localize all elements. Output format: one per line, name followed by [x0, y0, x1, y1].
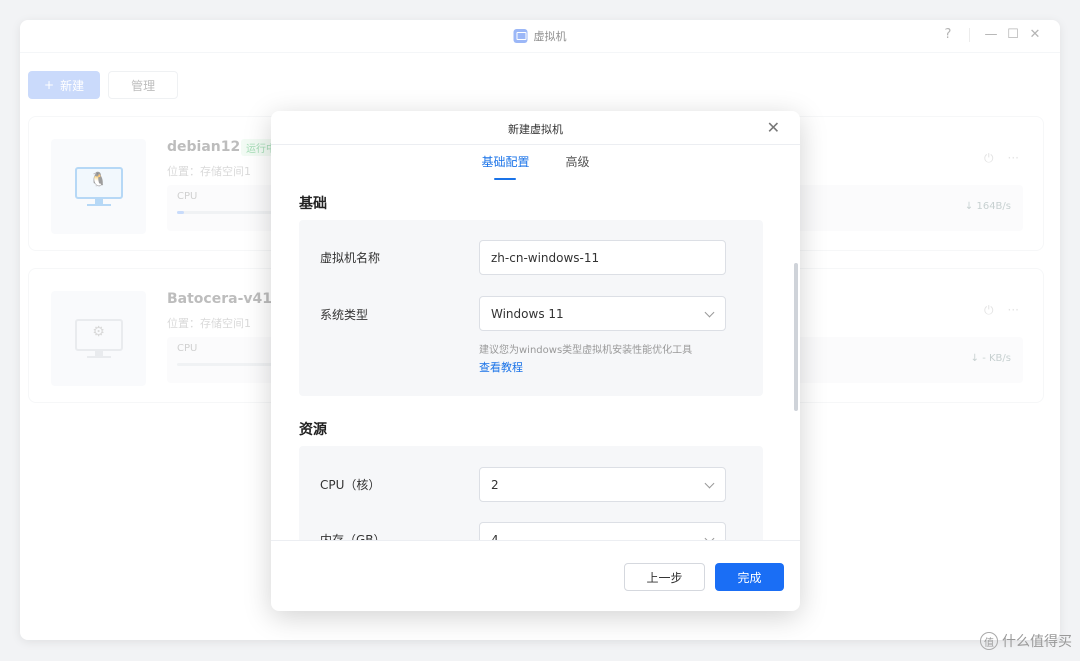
hint-text: 建议您为windows类型虚拟机安装性能优化工具 [479, 345, 693, 356]
memory-value: 4 [491, 532, 499, 541]
watermark-logo-icon: 值 [980, 632, 998, 650]
watermark: 值 什么值得买 [980, 631, 1072, 651]
close-icon[interactable]: ✕ [767, 118, 780, 137]
os-type-value: Windows 11 [491, 306, 564, 321]
watermark-text: 什么值得买 [1002, 634, 1072, 650]
chevron-down-icon [704, 307, 715, 318]
dialog-footer: 上一步 完成 [271, 540, 800, 611]
os-type-select[interactable]: Windows 11 [479, 296, 726, 331]
basic-panel: 虚拟机名称 zh-cn-windows-11 系统类型 Windows 11 建… [299, 220, 763, 396]
cpu-cores-label: CPU（核） [320, 478, 381, 492]
tab-basic-config[interactable]: 基础配置 [481, 153, 529, 180]
vm-name-input[interactable]: zh-cn-windows-11 [479, 240, 726, 275]
new-vm-dialog: 新建虚拟机 ✕ 基础配置 高级 基础 虚拟机名称 zh-cn-windows-1… [271, 111, 800, 611]
dialog-title: 新建虚拟机 [508, 123, 563, 136]
previous-step-button[interactable]: 上一步 [624, 563, 705, 591]
cpu-cores-value: 2 [491, 477, 499, 492]
finish-button[interactable]: 完成 [715, 563, 784, 591]
tab-advanced[interactable]: 高级 [566, 153, 590, 180]
dialog-header: 新建虚拟机 ✕ [271, 111, 800, 145]
tutorial-link[interactable]: 查看教程 [479, 359, 523, 375]
cpu-cores-select[interactable]: 2 [479, 467, 726, 502]
scrollbar[interactable] [794, 263, 798, 411]
memory-label: 内存（GB） [320, 533, 386, 540]
os-type-label: 系统类型 [320, 308, 369, 322]
dialog-body: 基础 虚拟机名称 zh-cn-windows-11 系统类型 Windows 1… [271, 183, 800, 540]
resources-panel: CPU（核） 2 内存（GB） 4 [299, 446, 763, 540]
dialog-tabs: 基础配置 高级 [271, 153, 800, 180]
chevron-down-icon [704, 478, 715, 489]
memory-select[interactable]: 4 [479, 522, 726, 540]
vm-name-label: 虚拟机名称 [320, 251, 381, 265]
section-title-resources: 资源 [299, 422, 327, 438]
section-title-basic: 基础 [299, 196, 327, 212]
